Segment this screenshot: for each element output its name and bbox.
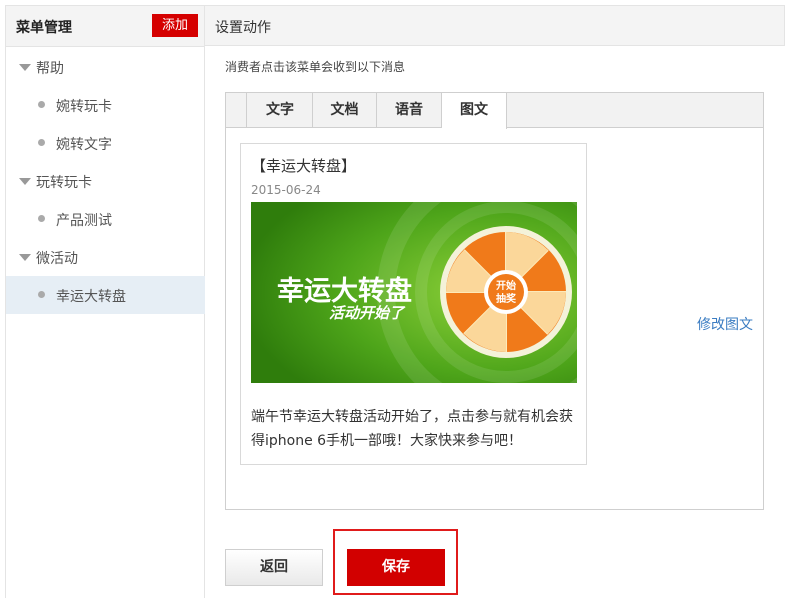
tab-rich-media[interactable]: 图文 xyxy=(442,93,507,129)
card-banner-image: 开始 抽奖 幸运大转盘 活动开始了 xyxy=(251,202,577,383)
menu-item-label: 产品测试 xyxy=(56,213,112,229)
menu-item-label: 婉转文字 xyxy=(56,137,112,153)
wheel-center-line2: 抽奖 xyxy=(496,292,517,305)
menu-item[interactable]: 婉转玩卡 xyxy=(6,86,205,124)
message-type-tabs: 文字 文档 语音 图文 xyxy=(226,93,763,129)
menu-item-selected[interactable]: 幸运大转盘 xyxy=(6,276,205,314)
bullet-icon xyxy=(38,215,45,222)
action-hint: 消费者点击该菜单会收到以下消息 xyxy=(225,60,406,74)
sidebar-header: 菜单管理 添加 xyxy=(6,6,204,47)
edit-rich-media-link[interactable]: 修改图文 xyxy=(697,314,753,334)
caret-down-icon xyxy=(19,178,31,185)
menu-item[interactable]: 产品测试 xyxy=(6,200,205,238)
tab-voice[interactable]: 语音 xyxy=(377,93,442,128)
back-button[interactable]: 返回 xyxy=(225,549,323,586)
menu-group-label: 帮助 xyxy=(36,61,64,77)
menu-item[interactable]: 婉转文字 xyxy=(6,124,205,162)
caret-down-icon xyxy=(19,64,31,71)
page-title: 设置动作 xyxy=(215,20,271,36)
rich-media-card: 【幸运大转盘】 2015-06-24 开始 抽奖 幸运大转盘 活动开始了 端午节… xyxy=(240,143,587,465)
banner-headline: 幸运大转盘 xyxy=(277,275,412,307)
menu-group-label: 玩转玩卡 xyxy=(36,175,92,191)
menu-item-label: 幸运大转盘 xyxy=(56,289,126,305)
message-panel: 文字 文档 语音 图文 【幸运大转盘】 2015-06-24 开始 抽奖 幸运大… xyxy=(225,92,764,510)
menu-group-help[interactable]: 帮助 xyxy=(6,48,205,86)
save-button[interactable]: 保存 xyxy=(347,549,445,586)
menu-item-label: 婉转玩卡 xyxy=(56,99,112,115)
menu-group-label: 微活动 xyxy=(36,251,78,267)
caret-down-icon xyxy=(19,254,31,261)
tab-text[interactable]: 文字 xyxy=(248,93,313,128)
card-title: 【幸运大转盘】 xyxy=(251,157,357,175)
bullet-icon xyxy=(38,291,45,298)
bullet-icon xyxy=(38,101,45,108)
sidebar: 菜单管理 添加 帮助 婉转玩卡 婉转文字 玩转玩卡 产品测试 微活动 幸运大转盘 xyxy=(5,5,205,598)
sidebar-title: 菜单管理 xyxy=(16,20,72,36)
card-date: 2015-06-24 xyxy=(251,183,321,197)
lucky-wheel-banner: 开始 抽奖 幸运大转盘 活动开始了 xyxy=(251,202,577,383)
tab-document[interactable]: 文档 xyxy=(313,93,377,128)
card-description: 端午节幸运大转盘活动开始了，点击参与就有机会获得iphone 6手机一部哦！大家… xyxy=(251,409,573,449)
main-header: 设置动作 xyxy=(205,5,785,46)
bullet-icon xyxy=(38,139,45,146)
menu-group-play[interactable]: 玩转玩卡 xyxy=(6,162,205,200)
wheel-center-line1: 开始 xyxy=(496,279,516,292)
tab-spacer xyxy=(226,93,247,128)
menu-group-micro-activity[interactable]: 微活动 xyxy=(6,238,205,276)
banner-subline: 活动开始了 xyxy=(329,304,406,322)
add-menu-button[interactable]: 添加 xyxy=(152,14,198,37)
